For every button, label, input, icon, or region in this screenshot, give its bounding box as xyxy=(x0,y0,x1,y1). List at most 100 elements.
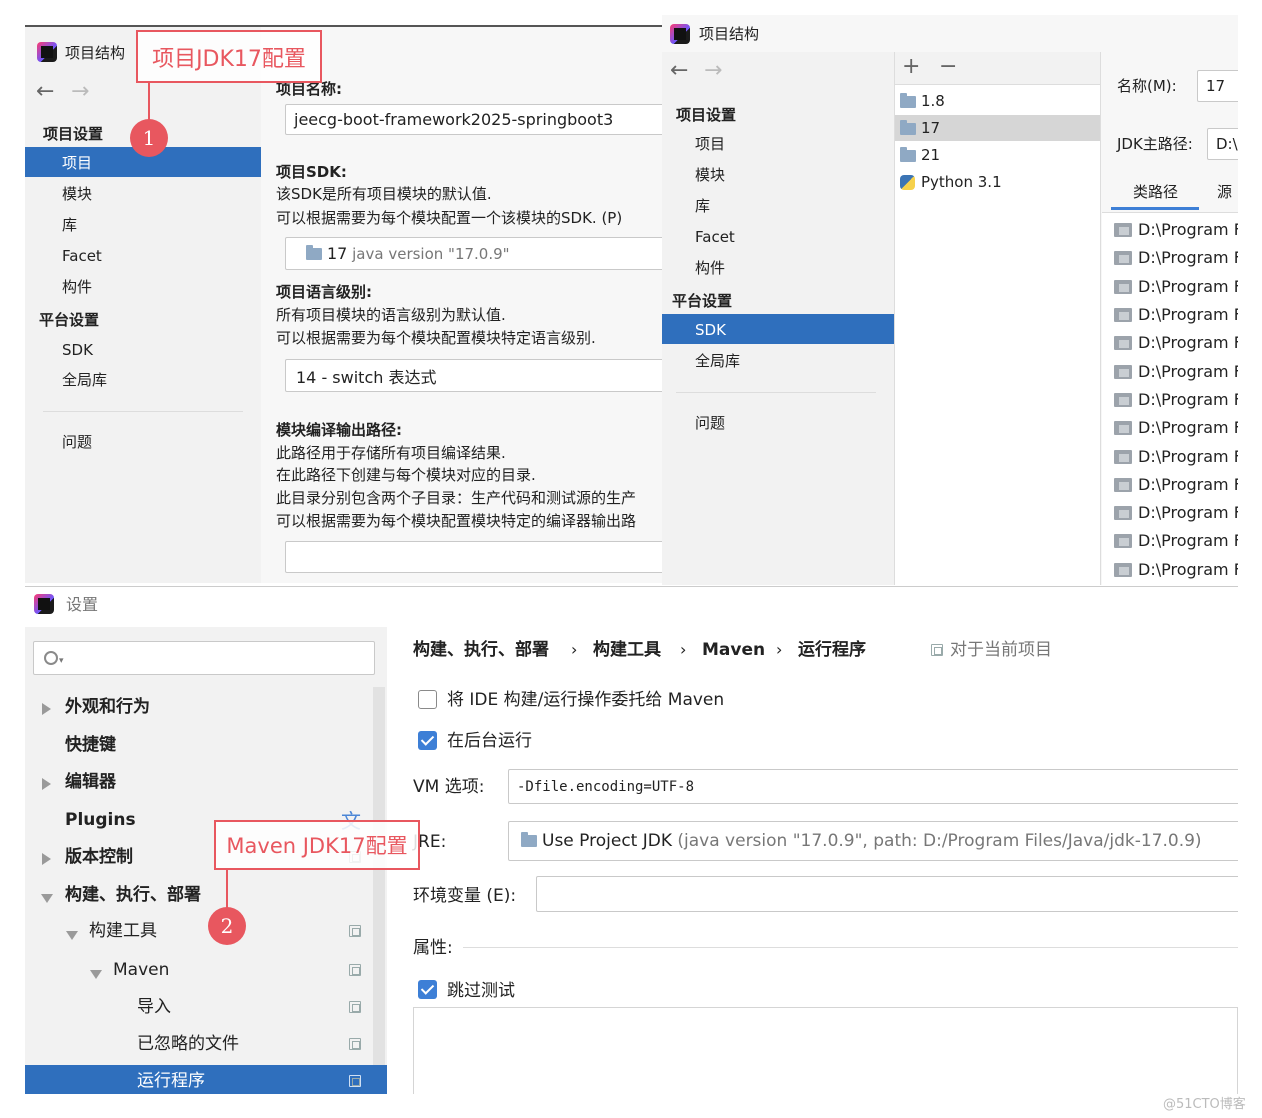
back-arrow-icon-2[interactable]: ← xyxy=(670,58,688,83)
jre-select[interactable]: Use Project JDK (java version "17.0.9", … xyxy=(508,821,1238,861)
tree-item-editor[interactable]: 编辑器 xyxy=(65,772,116,792)
classpath-item-label: D:\Program F xyxy=(1138,305,1238,325)
jre-select-main: Use Project JDK xyxy=(542,831,672,851)
nav-item-problems[interactable]: 问题 xyxy=(62,432,92,452)
add-sdk-icon[interactable]: + xyxy=(902,54,920,79)
tree-item-plugins[interactable]: Plugins xyxy=(65,810,136,830)
nav2-item-library[interactable]: 库 xyxy=(695,196,710,216)
nav2-item-artifact[interactable]: 构件 xyxy=(695,258,725,278)
delegate-to-maven-label[interactable]: 将 IDE 构建/运行操作委托给 Maven xyxy=(447,690,724,710)
sdk-list-toolbar xyxy=(895,52,1100,85)
skip-tests-checkbox[interactable] xyxy=(418,980,437,999)
output-path-desc-4: 可以根据需要为每个模块配置模块特定的编译器输出路 xyxy=(276,512,637,530)
tree-item-appearance[interactable]: 外观和行为 xyxy=(65,697,150,717)
classpath-item[interactable]: D:\Program F xyxy=(1114,442,1238,470)
sdk-select-version: java version "17.0.9" xyxy=(352,244,510,263)
tree-item-importing[interactable]: 导入 xyxy=(137,997,171,1017)
classpath-item[interactable]: D:\Program F xyxy=(1114,244,1238,272)
project-scope-icon xyxy=(931,644,943,656)
tab-classpath-underline xyxy=(1111,207,1199,210)
env-vars-input[interactable] xyxy=(536,876,1238,912)
classpath-item[interactable]: D:\Program F xyxy=(1114,386,1238,414)
tree-item-vcs[interactable]: 版本控制 xyxy=(65,847,133,867)
tree-item-runner[interactable]: 运行程序 xyxy=(137,1071,205,1091)
project-name-input[interactable]: jeecg-boot-framework2025-springboot3 xyxy=(285,104,670,135)
nav-divider xyxy=(43,411,243,412)
jdk-home-input[interactable]: D:\ xyxy=(1207,128,1238,160)
jar-icon xyxy=(1114,223,1132,238)
classpath-item[interactable]: D:\Program F xyxy=(1114,414,1238,442)
tree-arrow-vcs[interactable] xyxy=(42,850,51,869)
forward-arrow-icon-2[interactable]: → xyxy=(704,58,722,83)
nav2-item-facet[interactable]: Facet xyxy=(695,227,735,247)
nav-item-global-libs[interactable]: 全局库 xyxy=(62,370,107,390)
tab-sources[interactable]: 源 xyxy=(1217,182,1232,202)
classpath-item[interactable]: D:\Program F xyxy=(1114,301,1238,329)
sdk-list-item-python[interactable]: Python 3.1 xyxy=(900,172,1002,192)
properties-table[interactable] xyxy=(413,1007,1238,1094)
classpath-item-label: D:\Program F xyxy=(1138,248,1238,268)
nav-item-sdk[interactable]: SDK xyxy=(62,340,93,360)
breadcrumb-build-tools[interactable]: 构建工具 xyxy=(593,640,661,660)
classpath-item[interactable]: D:\Program F xyxy=(1114,357,1238,385)
breadcrumb-build-exec-deploy[interactable]: 构建、执行、部署 xyxy=(413,640,549,660)
tree-item-build-tools[interactable]: 构建工具 xyxy=(89,921,157,941)
tree-item-maven[interactable]: Maven xyxy=(113,960,169,980)
sdk-list-item-17[interactable]: 17 xyxy=(900,118,940,138)
back-arrow-icon[interactable]: ← xyxy=(36,79,54,104)
classpath-item[interactable]: D:\Program F xyxy=(1114,527,1238,555)
tree-arrow-editor[interactable] xyxy=(42,775,51,794)
tree-arrow-maven[interactable] xyxy=(90,964,102,983)
sdk-name-label: 名称(M): xyxy=(1117,77,1177,95)
sdk-name-input[interactable]: 17 xyxy=(1197,70,1238,102)
delegate-to-maven-checkbox[interactable] xyxy=(418,690,437,709)
nav-item-facet[interactable]: Facet xyxy=(62,246,102,266)
classpath-item[interactable]: D:\Program F xyxy=(1114,273,1238,301)
tree-arrow-build[interactable] xyxy=(41,888,53,907)
nav2-item-project[interactable]: 项目 xyxy=(695,134,725,154)
tree-item-build-exec-deploy[interactable]: 构建、执行、部署 xyxy=(65,885,201,905)
sdk-list-item-label: 17 xyxy=(921,119,941,137)
tree-arrow-build-tools[interactable] xyxy=(66,925,78,944)
run-in-background-label[interactable]: 在后台运行 xyxy=(447,731,532,751)
tree-item-runner-selected[interactable] xyxy=(25,1065,387,1094)
nav-item-project[interactable]: 项目 xyxy=(62,153,92,173)
classpath-item[interactable]: D:\Program F xyxy=(1114,216,1238,244)
nav-item-module[interactable]: 模块 xyxy=(62,184,92,204)
project-sdk-select[interactable]: 17 java version "17.0.9" xyxy=(285,237,670,270)
classpath-item[interactable]: D:\Program F xyxy=(1114,329,1238,357)
nav-item-artifact[interactable]: 构件 xyxy=(62,277,92,297)
search-dropdown-icon: ▾ xyxy=(59,656,64,666)
breadcrumb-maven[interactable]: Maven xyxy=(702,640,765,660)
tree-item-keymap[interactable]: 快捷键 xyxy=(65,735,116,755)
nav2-item-module[interactable]: 模块 xyxy=(695,165,725,185)
classpath-item[interactable]: D:\Program F xyxy=(1114,471,1238,499)
remove-sdk-icon[interactable]: − xyxy=(939,54,957,79)
language-level-select[interactable]: 14 - switch 表达式 xyxy=(285,359,670,392)
nav2-item-sdk[interactable]: SDK xyxy=(695,320,726,340)
classpath-item-label: D:\Program F xyxy=(1138,333,1238,353)
skip-tests-label[interactable]: 跳过测试 xyxy=(447,981,515,1001)
classpath-item-label: D:\Program F xyxy=(1138,418,1238,438)
sdk-list-item-1.8[interactable]: 1.8 xyxy=(900,91,945,111)
output-path-input[interactable] xyxy=(285,541,670,573)
annotation-badge-2: 2 xyxy=(208,907,246,945)
sdk-folder-icon xyxy=(900,119,916,135)
tab-classpath[interactable]: 类路径 xyxy=(1133,182,1178,202)
nav-item-library[interactable]: 库 xyxy=(62,215,77,235)
settings-sidebar-scrollbar[interactable] xyxy=(373,687,385,1067)
tree-arrow-appearance[interactable] xyxy=(42,700,51,719)
sdk-folder-icon xyxy=(306,244,322,260)
forward-arrow-icon[interactable]: → xyxy=(71,79,89,104)
classpath-item[interactable]: D:\Program F xyxy=(1114,556,1238,584)
run-in-background-checkbox[interactable] xyxy=(418,731,437,750)
nav2-item-problems[interactable]: 问题 xyxy=(695,413,725,433)
nav-section-platform: 平台设置 xyxy=(39,311,100,329)
project-scope-icon xyxy=(349,1001,361,1013)
nav2-item-global-libs[interactable]: 全局库 xyxy=(695,351,740,371)
settings-search-input[interactable]: ▾ xyxy=(33,641,375,675)
sdk-list-item-21[interactable]: 21 xyxy=(900,145,940,165)
tree-item-ignored-files[interactable]: 已忽略的文件 xyxy=(137,1034,239,1054)
classpath-item[interactable]: D:\Program F xyxy=(1114,499,1238,527)
vm-options-input[interactable]: -Dfile.encoding=UTF-8 xyxy=(508,769,1238,804)
